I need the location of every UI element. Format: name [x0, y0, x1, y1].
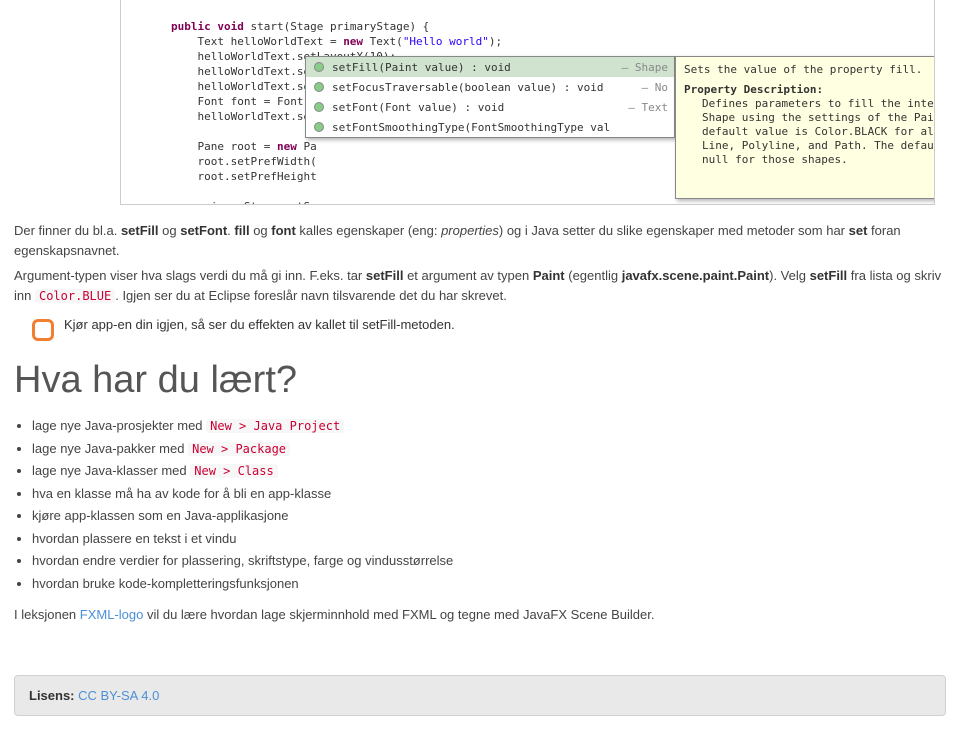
autocomplete-item[interactable]: setFocusTraversable(boolean value) : voi… [306, 77, 674, 97]
heading-what-learned: Hva har du lært? [14, 359, 946, 402]
list-item: lage nye Java-pakker med New > Package [32, 439, 946, 459]
autocomplete-item[interactable]: setFill(Paint value) : void – Shape [306, 57, 674, 77]
javadoc-section-label: Property Description: [684, 83, 935, 97]
autocomplete-item[interactable]: setFontSmoothingType(FontSmoothingType v… [306, 117, 674, 137]
paragraph-1: Der finner du bl.a. setFill og setFont. … [14, 221, 946, 260]
list-item: lage nye Java-klasser med New > Class [32, 461, 946, 481]
autocomplete-origin: – Text [624, 101, 668, 114]
list-item: lage nye Java-prosjekter med New > Java … [32, 416, 946, 436]
license-box: Lisens: CC BY-SA 4.0 [14, 675, 946, 716]
menu-path-code: New > Java Project [206, 419, 344, 433]
autocomplete-origin: – Shape [618, 61, 668, 74]
list-item: hva en klasse må ha av kode for å bli en… [32, 484, 946, 504]
menu-path-code: New > Package [188, 442, 290, 456]
menu-path-code: New > Class [190, 464, 277, 478]
method-icon [312, 100, 326, 114]
license-link[interactable]: CC BY-SA 4.0 [78, 688, 159, 703]
javadoc-title: Sets the value of the property fill. [684, 63, 935, 77]
task-text: Kjør app-en din igjen, så ser du effekte… [64, 317, 455, 332]
fxml-logo-link[interactable]: FXML-logo [80, 607, 144, 622]
list-item: hvordan bruke kode-kompletteringsfunksjo… [32, 574, 946, 594]
closing-paragraph: I leksjonen FXML-logo vil du lære hvorda… [14, 605, 946, 625]
method-icon [312, 60, 326, 74]
license-label: Lisens: [29, 688, 78, 703]
paragraph-2: Argument-typen viser hva slags verdi du … [14, 266, 946, 305]
list-item: hvordan plassere en tekst i et vindu [32, 529, 946, 549]
task-callout: Kjør app-en din igjen, så ser du effekte… [32, 317, 946, 341]
code-editor-screenshot: public void start(Stage primaryStage) { … [120, 0, 935, 205]
checkbox-icon [32, 319, 54, 341]
autocomplete-label: setFocusTraversable(boolean value) : voi… [332, 81, 632, 94]
autocomplete-origin: – No [638, 81, 669, 94]
autocomplete-popup[interactable]: setFill(Paint value) : void – Shape setFo… [305, 56, 675, 138]
list-item: hvordan endre verdier for plassering, sk… [32, 551, 946, 571]
javadoc-body: Defines parameters to fill the interior … [702, 97, 935, 167]
method-icon [312, 120, 326, 134]
autocomplete-label: setFill(Paint value) : void [332, 61, 612, 74]
autocomplete-item[interactable]: setFont(Font value) : void – Text [306, 97, 674, 117]
autocomplete-label: setFont(Font value) : void [332, 101, 618, 114]
autocomplete-label: setFontSmoothingType(FontSmoothingType v… [332, 121, 658, 134]
learning-outcomes-list: lage nye Java-prosjekter med New > Java … [32, 416, 946, 593]
list-item: kjøre app-klassen som en Java-applikasjo… [32, 506, 946, 526]
method-icon [312, 80, 326, 94]
javadoc-tooltip: Sets the value of the property fill. Pro… [675, 56, 935, 199]
